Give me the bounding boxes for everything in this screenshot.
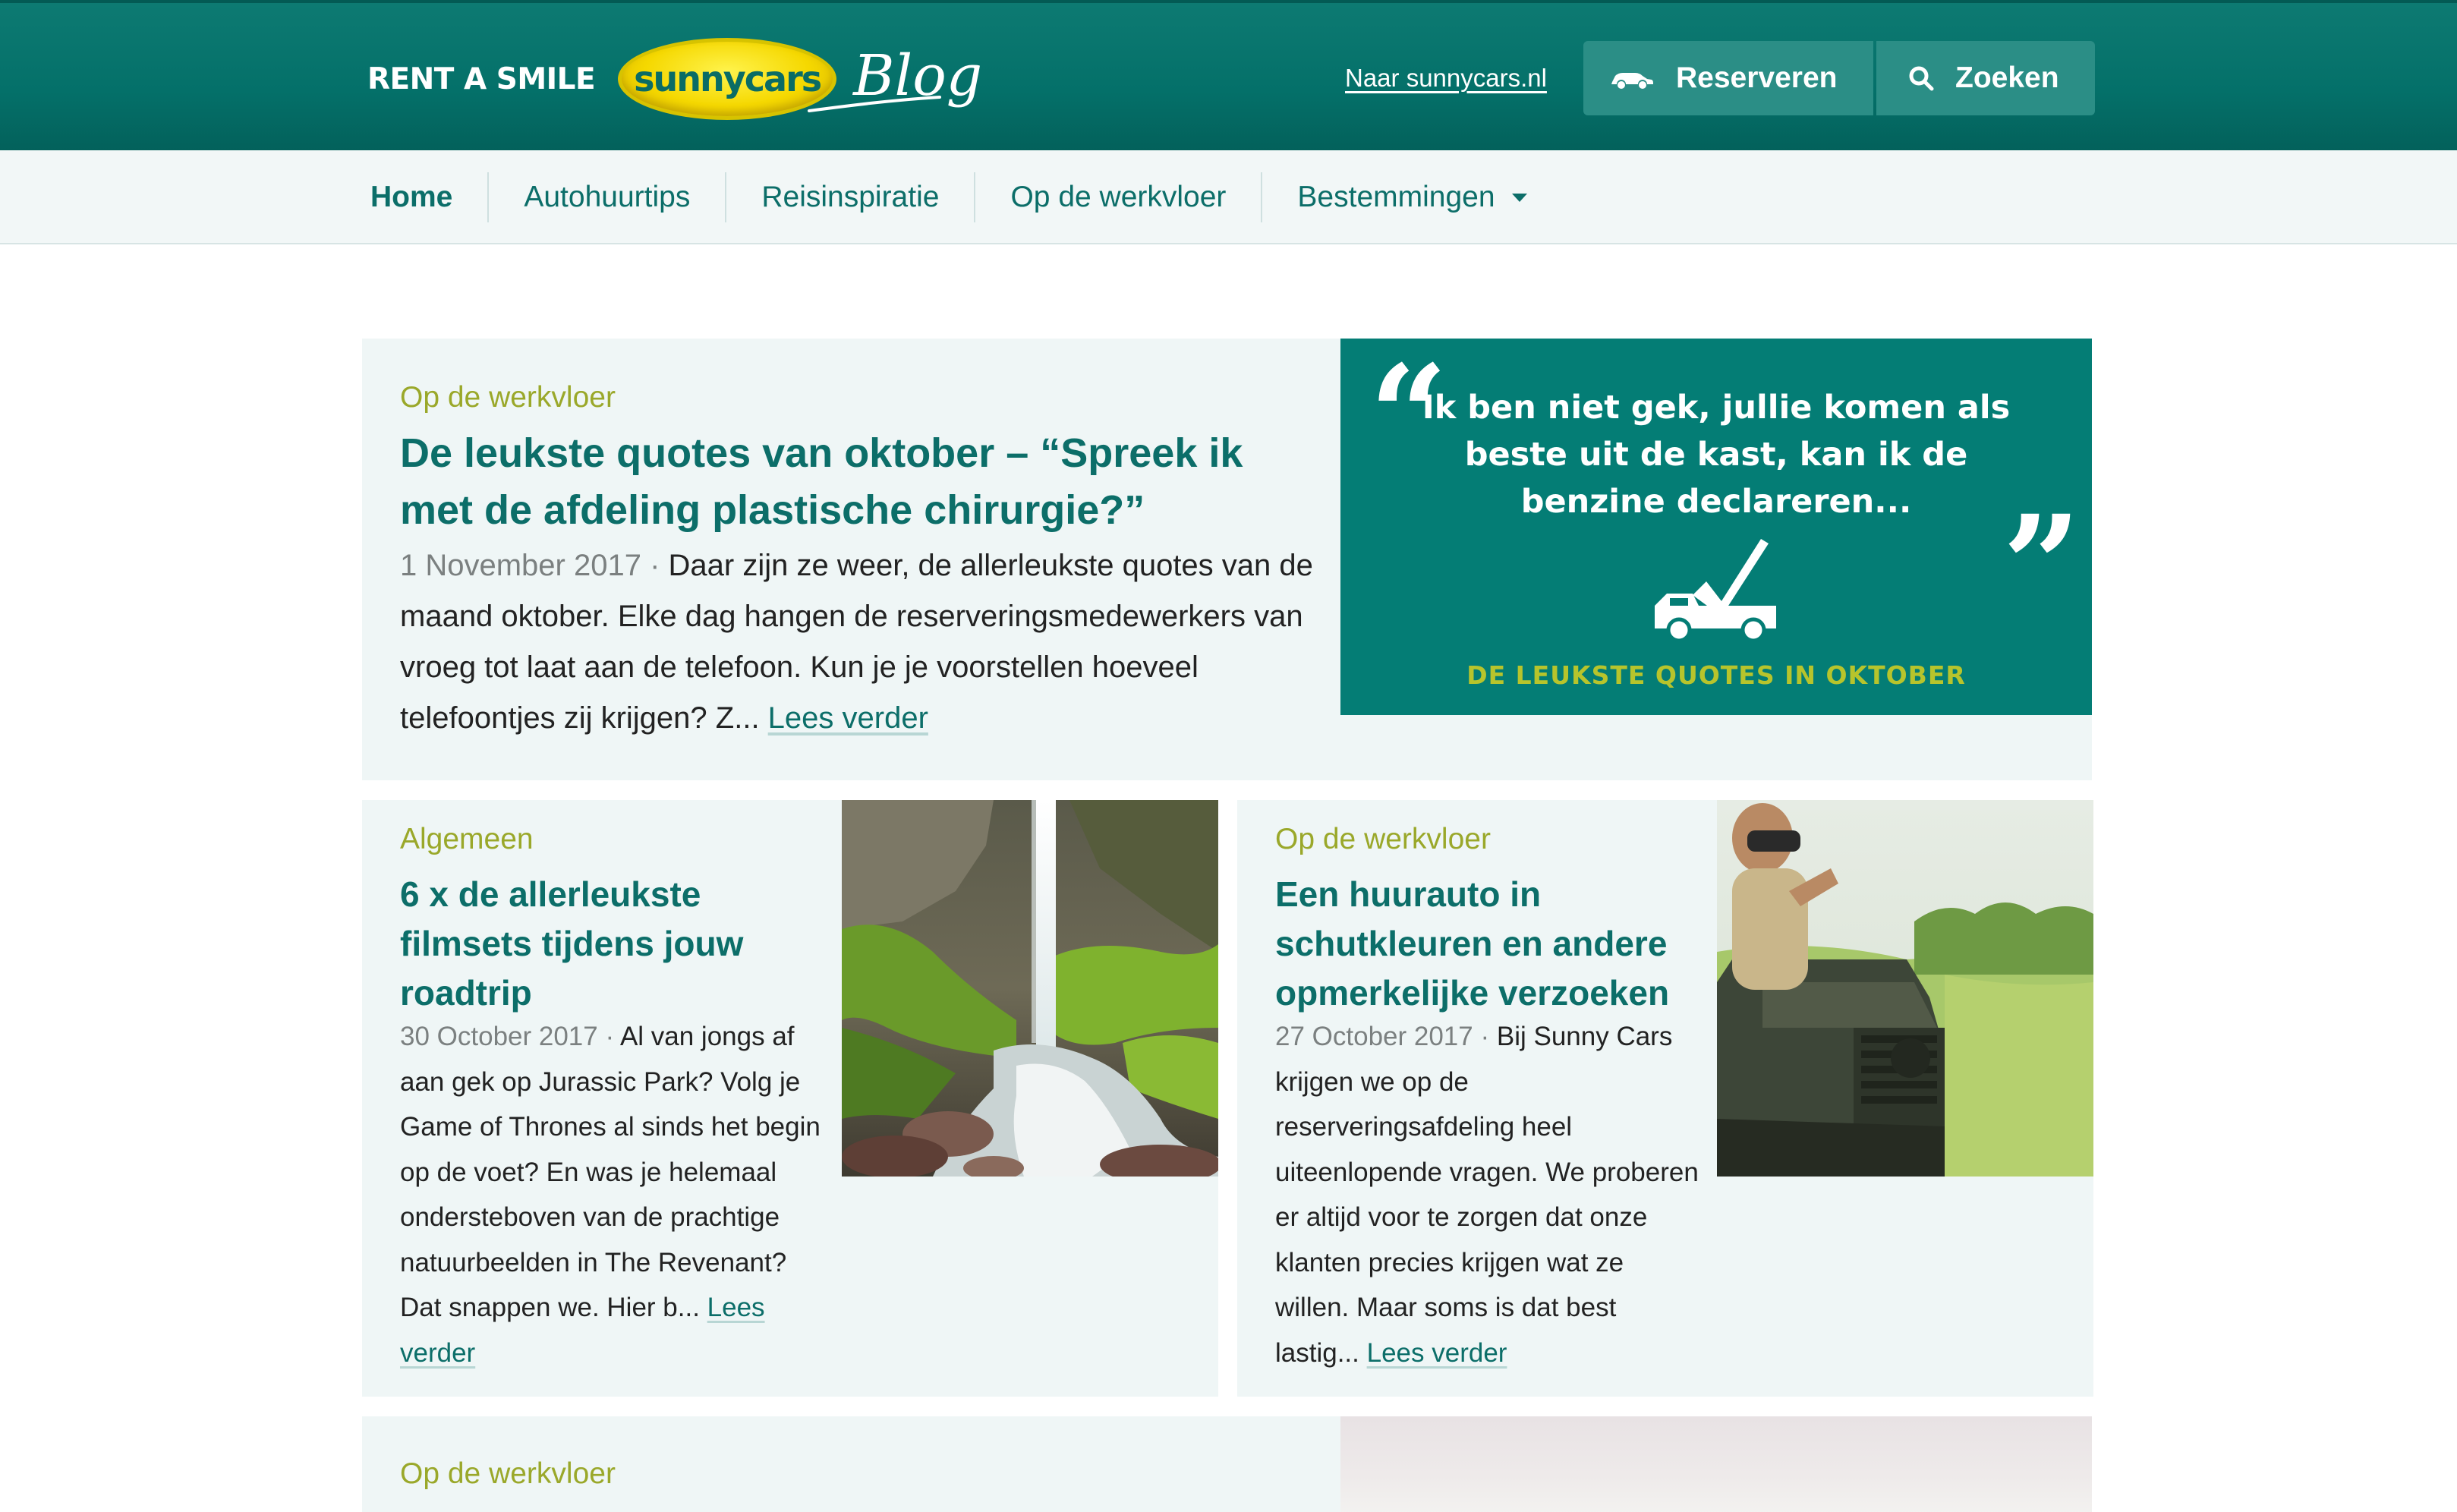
- post-excerpt: 30 October 2017 · Al van jongs af aan ge…: [400, 1014, 825, 1375]
- header-actions: Reserveren Zoeken: [1583, 41, 2095, 115]
- nav-item-autohuurtips[interactable]: Autohuurtips: [489, 172, 727, 222]
- brand-tagline: RENT A SMILE: [367, 61, 596, 96]
- post-category[interactable]: Algemeen: [400, 823, 534, 856]
- chevron-down-icon: [1511, 193, 1527, 202]
- nav-item-bestemmingen[interactable]: Bestemmingen: [1262, 172, 1561, 222]
- meta-separator: ·: [641, 549, 669, 582]
- nav-item-home[interactable]: Home: [352, 172, 490, 222]
- post-title[interactable]: Een huurauto in schutkleuren en andere o…: [1275, 870, 1700, 1018]
- quote-image-text: Ik ben niet gek, jullie komen als beste …: [1422, 389, 2011, 521]
- reserve-button[interactable]: Reserveren: [1583, 41, 1873, 115]
- search-icon: [1908, 65, 1934, 91]
- main-nav: Home Autohuurtips Reisinspiratie Op de w…: [0, 150, 2457, 244]
- jeep-thumbnail[interactable]: [1717, 800, 2093, 1177]
- sunnycars-logo: sunnycars: [618, 38, 837, 120]
- excerpt-text: Bij Sunny Cars krijgen we op de reserver…: [1275, 1022, 1699, 1368]
- featured-post[interactable]: Op de werkvloer: [362, 1416, 2092, 1512]
- meta-separator: ·: [597, 1022, 620, 1051]
- post-excerpt: 1 November 2017 · Daar zijn ze weer, de …: [400, 540, 1341, 744]
- external-site-link[interactable]: Naar sunnycars.nl: [1345, 64, 1547, 93]
- post-card[interactable]: Op de werkvloer Een huurauto in schutkle…: [1237, 800, 2093, 1397]
- read-more-link[interactable]: Lees verder: [1367, 1338, 1507, 1368]
- featured-post-image[interactable]: “ Ik ben niet gek, jullie komen als best…: [1340, 339, 2092, 715]
- post-title[interactable]: 6 x de allerleukste filmsets tijdens jou…: [400, 870, 825, 1018]
- post-category[interactable]: Op de werkvloer: [1275, 823, 1491, 856]
- search-button[interactable]: Zoeken: [1876, 41, 2095, 115]
- site-header: RENT A SMILE sunnycars Blog Naar sunnyca…: [0, 0, 2457, 150]
- quote-image-caption: DE LEUKSTE QUOTES IN OKTOBER: [1466, 660, 1966, 690]
- post-date: 27 October 2017: [1275, 1022, 1473, 1051]
- blog-underline-swash: [808, 96, 941, 112]
- nav-item-bestemmingen-label: Bestemmingen: [1297, 181, 1495, 213]
- post-category[interactable]: Op de werkvloer: [400, 1457, 616, 1491]
- nav-item-op-de-werkvloer[interactable]: Op de werkvloer: [975, 172, 1263, 222]
- car-check-icon: [1655, 539, 1776, 642]
- car-icon: [1609, 67, 1655, 90]
- waterfall-thumbnail[interactable]: [842, 800, 1218, 1177]
- post-card[interactable]: Algemeen 6 x de allerleukste filmsets ti…: [362, 800, 1218, 1397]
- post-date: 1 November 2017: [400, 549, 641, 582]
- read-more-link[interactable]: Lees verder: [768, 701, 928, 735]
- post-date: 30 October 2017: [400, 1022, 598, 1051]
- post-excerpt: 27 October 2017 · Bij Sunny Cars krijgen…: [1275, 1014, 1700, 1375]
- quote-close-icon: ”: [2002, 486, 2081, 646]
- search-label: Zoeken: [1955, 61, 2059, 94]
- post-title[interactable]: De leukste quotes van oktober – “Spreek …: [400, 425, 1326, 539]
- logo-text: sunnycars: [634, 58, 822, 99]
- meta-separator: ·: [1473, 1022, 1497, 1051]
- nav-item-reisinspiratie[interactable]: Reisinspiratie: [726, 172, 976, 222]
- post-category[interactable]: Op de werkvloer: [400, 381, 616, 414]
- post-image[interactable]: [1340, 1416, 2092, 1512]
- excerpt-text: Al van jongs af aan gek op Jurassic Park…: [400, 1022, 821, 1322]
- reserve-label: Reserveren: [1676, 61, 1838, 94]
